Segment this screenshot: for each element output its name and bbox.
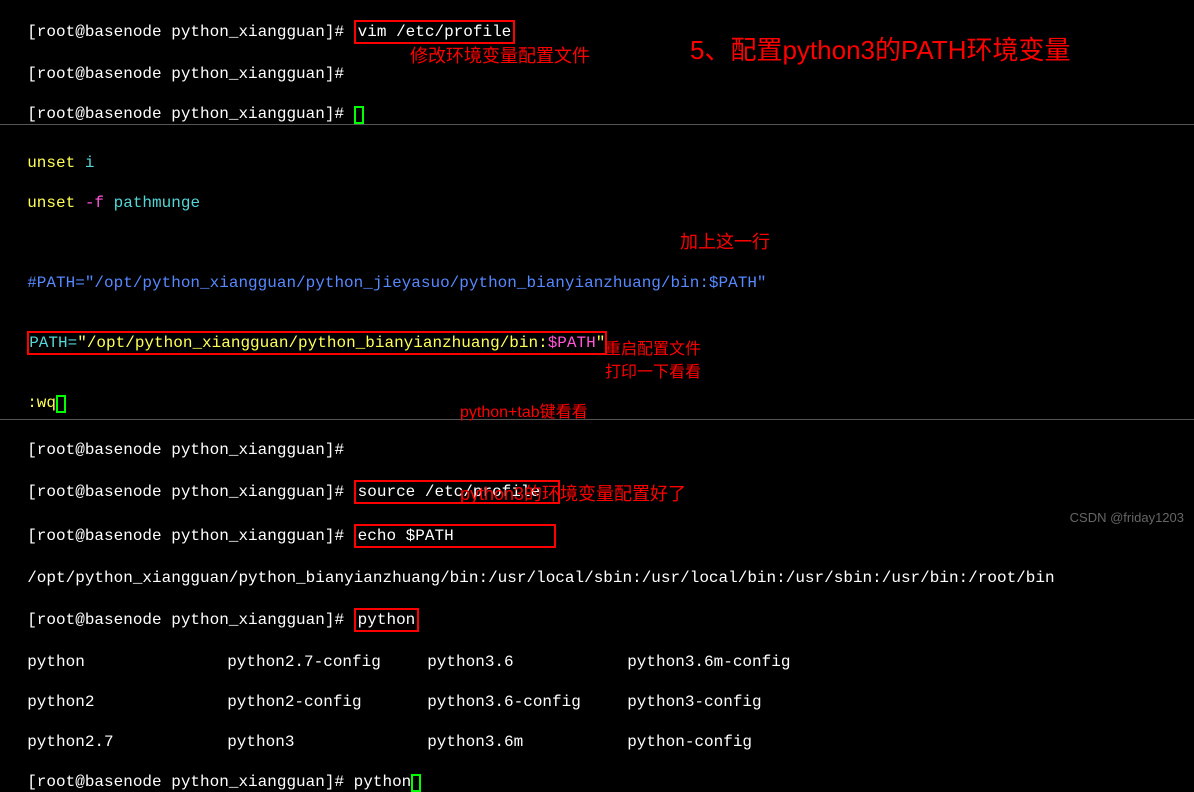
- path-dollar: $PATH: [548, 334, 596, 352]
- path-line-box: PATH="/opt/python_xiangguan/python_biany…: [27, 331, 607, 355]
- completion-item: python3.6-config: [427, 692, 627, 712]
- prompt: [root@basenode python_xiangguan]#: [27, 105, 353, 123]
- terminal-line: [root@basenode python_xiangguan]# echo $…: [0, 504, 1194, 548]
- prompt: [root@basenode python_xiangguan]#: [27, 611, 353, 629]
- annotation-print: 打印一下看看: [605, 358, 701, 382]
- completion-item: python: [27, 652, 227, 672]
- completion-row: python2.7python3python3.6mpython-config: [0, 712, 1194, 752]
- command-box: echo $PATH: [354, 524, 556, 548]
- completion-item: python3: [227, 732, 427, 752]
- unset-keyword: unset: [27, 194, 85, 212]
- vim-command: vim /etc/profile: [358, 23, 512, 41]
- terminal-line: [root@basenode python_xiangguan]# python: [0, 588, 1194, 632]
- annotation-add-line: 加上这一行: [680, 228, 770, 254]
- completion-row: pythonpython2.7-configpython3.6python3.6…: [0, 632, 1194, 672]
- annotation-modify: 修改环境变量配置文件: [410, 42, 590, 68]
- prompt: [root@basenode python_xiangguan]#: [27, 23, 353, 41]
- flag: -f: [85, 194, 114, 212]
- completion-item: python3-config: [627, 692, 827, 712]
- completion-item: python2.7: [27, 732, 227, 752]
- vim-line: unset i: [0, 133, 1194, 173]
- title-annotation: 5、配置python3的PATH环境变量: [690, 30, 1070, 67]
- prompt: [root@basenode python_xiangguan]#: [27, 441, 353, 459]
- command-box: python: [354, 608, 420, 632]
- prompt: [root@basenode python_xiangguan]#: [27, 483, 353, 501]
- path-output: /opt/python_xiangguan/python_bianyianzhu…: [27, 569, 1054, 587]
- vim-line: unset -f pathmunge: [0, 173, 1194, 213]
- command-box: vim /etc/profile: [354, 20, 516, 44]
- completion-item: python2: [27, 692, 227, 712]
- completion-item: python3.6m: [427, 732, 627, 752]
- completion-item: python3.6m-config: [627, 652, 827, 672]
- completion-item: python2.7-config: [227, 652, 427, 672]
- python-command: python: [358, 611, 416, 629]
- path-tail: ": [596, 334, 606, 352]
- annotation-tab: python+tab键看看: [460, 398, 588, 422]
- annotation-restart: 重启配置文件: [605, 335, 701, 359]
- terminal-output: /opt/python_xiangguan/python_bianyianzhu…: [0, 548, 1194, 588]
- watermark: CSDN @friday1203: [1070, 510, 1184, 525]
- completion-item: python2-config: [227, 692, 427, 712]
- cursor: [411, 774, 421, 792]
- unset-keyword: unset: [27, 154, 85, 172]
- function-name: pathmunge: [114, 194, 200, 212]
- annotation-done: python3的环境变量配置好了: [460, 480, 686, 506]
- cursor: [56, 395, 66, 413]
- vim-line: :wq: [0, 373, 1194, 413]
- unset-var: i: [85, 154, 95, 172]
- path-var: PATH=: [29, 334, 77, 352]
- terminal-line: [root@basenode python_xiangguan]# python: [0, 752, 1194, 792]
- completion-row: python2python2-configpython3.6-configpyt…: [0, 672, 1194, 712]
- path-value-head: "/opt/python_xiangguan/python_bianyianzh…: [77, 334, 547, 352]
- python-typed: python: [354, 773, 412, 791]
- vim-line: PATH="/opt/python_xiangguan/python_biany…: [0, 311, 1194, 355]
- vim-line: #PATH="/opt/python_xiangguan/python_jiey…: [0, 253, 1194, 293]
- path-comment: #PATH="/opt/python_xiangguan/python_jiey…: [27, 274, 766, 292]
- completion-item: python-config: [627, 732, 827, 752]
- wq-command: :wq: [27, 394, 56, 412]
- terminal-line: [root@basenode python_xiangguan]#: [0, 420, 1194, 460]
- terminal-line: [root@basenode python_xiangguan]#: [0, 84, 1194, 124]
- prompt: [root@basenode python_xiangguan]#: [27, 773, 353, 791]
- prompt: [root@basenode python_xiangguan]#: [27, 65, 353, 83]
- completion-item: python3.6: [427, 652, 627, 672]
- cursor: [354, 106, 364, 124]
